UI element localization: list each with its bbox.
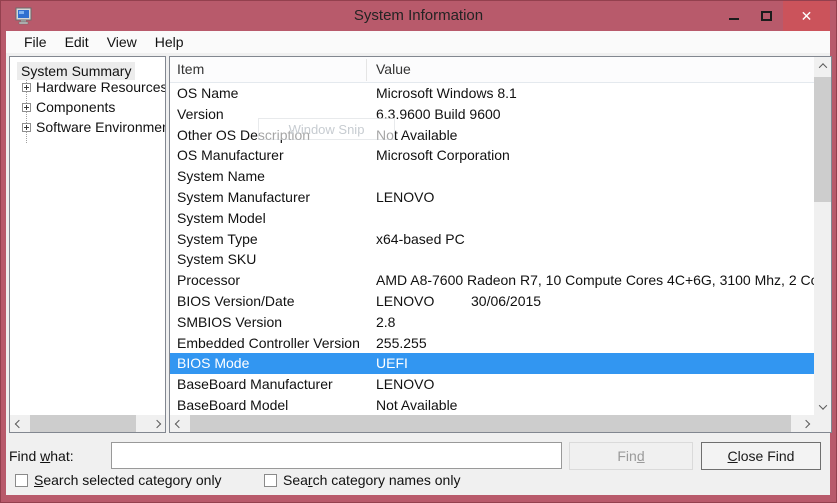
tree-item-components[interactable]: Components (36, 99, 115, 115)
minimize-button[interactable] (717, 1, 750, 31)
table-row[interactable]: System ManufacturerLENOVO (170, 187, 814, 208)
find-what-label: Find what: (9, 443, 74, 469)
maximize-icon (761, 11, 772, 21)
table-row[interactable]: System SKU (170, 249, 814, 270)
expand-plus-icon[interactable] (22, 123, 31, 132)
menu-bar: File Edit View Help (6, 31, 830, 53)
close-button[interactable]: ✕ (783, 1, 830, 31)
client-area: System Summary Hardware Resources Compon… (6, 53, 830, 495)
table-row[interactable]: Other OS DescriptionNot Available (170, 125, 814, 146)
title-bar[interactable]: System Information ✕ (1, 1, 836, 31)
list-vertical-scrollbar[interactable] (814, 57, 831, 415)
table-row[interactable]: BIOS Version/DateLENOVO30/06/2015 (170, 291, 814, 312)
table-row[interactable]: BaseBoard ModelNot Available (170, 395, 814, 416)
expand-plus-icon[interactable] (22, 103, 31, 112)
scroll-left-icon[interactable] (10, 415, 27, 432)
tree-item-hardware-resources[interactable]: Hardware Resources (36, 79, 165, 95)
menu-edit[interactable]: Edit (56, 32, 98, 52)
checkbox-label: Search selected category only (34, 472, 222, 488)
category-tree: System Summary Hardware Resources Compon… (10, 57, 165, 415)
window-title: System Information (1, 1, 836, 31)
tree-item-software-environment[interactable]: Software Environment (36, 119, 165, 135)
category-tree-pane: System Summary Hardware Resources Compon… (9, 56, 166, 433)
scroll-left-icon[interactable] (170, 415, 187, 432)
table-row[interactable]: OS ManufacturerMicrosoft Corporation (170, 145, 814, 166)
table-row[interactable]: System Model (170, 208, 814, 229)
search-category-names-checkbox[interactable]: Search category names only (264, 472, 460, 488)
scrollbar-thumb[interactable] (814, 77, 831, 202)
scrollbar-corner (814, 415, 831, 432)
maximize-button[interactable] (750, 1, 783, 31)
menu-file[interactable]: File (15, 32, 56, 52)
close-find-button[interactable]: Close Find (701, 442, 821, 470)
bios-date-cell: 30/06/2015 (471, 291, 541, 312)
scroll-down-icon[interactable] (814, 398, 831, 415)
checkbox-label: Search category names only (283, 472, 460, 488)
table-row[interactable]: System Name (170, 166, 814, 187)
column-header-item[interactable]: Item (177, 57, 204, 82)
tree-item-system-summary[interactable]: System Summary (17, 62, 135, 80)
scrollbar-thumb[interactable] (30, 415, 136, 432)
table-row[interactable]: SMBIOS Version2.8 (170, 312, 814, 333)
expand-plus-icon[interactable] (22, 83, 31, 92)
close-icon: ✕ (801, 9, 813, 23)
table-row[interactable]: System Typex64-based PC (170, 229, 814, 250)
column-header-value[interactable]: Value (376, 57, 411, 82)
list-horizontal-scrollbar[interactable] (170, 415, 814, 432)
menu-view[interactable]: View (98, 32, 146, 52)
menu-help[interactable]: Help (146, 32, 193, 52)
checkbox-icon[interactable] (15, 474, 28, 487)
minimize-icon (729, 18, 739, 20)
table-row-selected[interactable]: BIOS ModeUEFI (170, 353, 814, 374)
table-row[interactable]: OS NameMicrosoft Windows 8.1 (170, 83, 814, 104)
checkbox-icon[interactable] (264, 474, 277, 487)
scrollbar-thumb[interactable] (190, 415, 791, 432)
table-row[interactable]: BaseBoard ManufacturerLENOVO (170, 374, 814, 395)
list-header: Item Value (170, 57, 814, 83)
table-row[interactable]: Version6.3.9600 Build 9600 (170, 104, 814, 125)
column-divider[interactable] (366, 59, 367, 81)
search-selected-category-checkbox[interactable]: Search selected category only (15, 472, 222, 488)
find-button[interactable]: Find (569, 442, 693, 470)
scroll-up-icon[interactable] (814, 57, 831, 74)
table-row[interactable]: Embedded Controller Version255.255 (170, 333, 814, 354)
scroll-right-icon[interactable] (797, 415, 814, 432)
search-options-row: Search selected category only Search cat… (6, 472, 830, 490)
system-information-window: System Information ✕ File Edit View Help… (0, 0, 837, 503)
tree-horizontal-scrollbar[interactable] (10, 415, 165, 432)
detail-list-pane: Item Value OS NameMicrosoft Windows 8.1 … (169, 56, 832, 433)
detail-rows: OS NameMicrosoft Windows 8.1 Version6.3.… (170, 83, 814, 416)
scroll-right-icon[interactable] (148, 415, 165, 432)
table-row[interactable]: ProcessorAMD A8-7600 Radeon R7, 10 Compu… (170, 270, 814, 291)
find-input[interactable] (111, 442, 562, 469)
